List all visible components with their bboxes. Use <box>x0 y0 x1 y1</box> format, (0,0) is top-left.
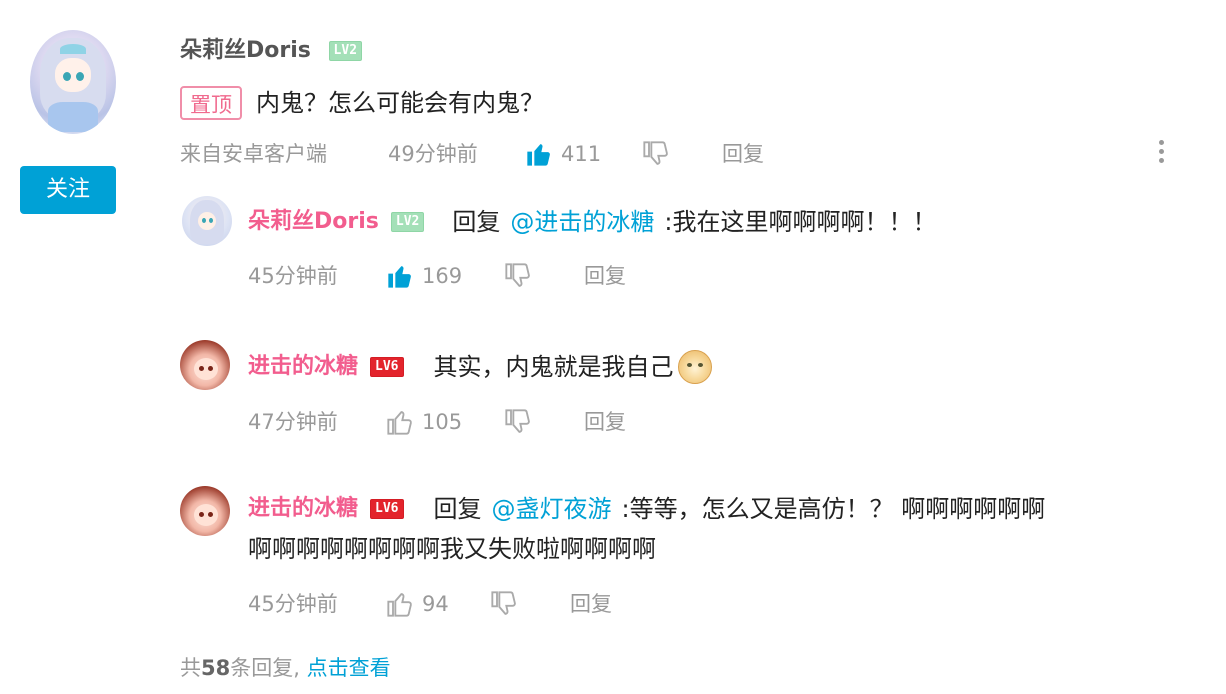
reply-text: :我在这里啊啊啊啊！！！ <box>664 208 937 236</box>
reply-text: 其实，内鬼就是我自己 <box>433 353 674 381</box>
like-count: 105 <box>422 410 463 434</box>
reply-item: 进击的冰糖 LV6 回复 @盏灯夜游 :等等，怎么又是高仿！？ 啊啊啊啊啊啊 <box>248 489 1045 529</box>
dislike-button[interactable] <box>490 590 518 618</box>
reply-button[interactable]: 回复 <box>584 261 626 291</box>
avatar[interactable] <box>182 196 232 246</box>
like-count: 169 <box>422 264 463 288</box>
reply-prefix: 回复 <box>452 208 501 236</box>
like-button[interactable]: 169 <box>386 262 462 290</box>
username-label[interactable]: 进击的冰糖 <box>248 352 358 382</box>
reply-button[interactable]: 回复 <box>570 589 612 619</box>
reply-item: 进击的冰糖 LV6 其实，内鬼就是我自己 <box>248 347 712 387</box>
thumb-up-icon <box>387 411 412 435</box>
doge-emoji-icon <box>677 350 712 384</box>
reply-count-summary: 共58条回复, 点击查看 <box>180 653 391 683</box>
thumb-up-icon <box>388 266 411 288</box>
reply-text: :等等，怎么又是高仿！？ 啊啊啊啊啊啊 <box>621 495 1046 523</box>
avatar[interactable] <box>180 340 230 390</box>
like-count: 94 <box>422 592 449 616</box>
username-label[interactable]: 朵莉丝Doris <box>248 207 379 237</box>
follow-button[interactable]: 关注 <box>20 166 116 214</box>
comment-source: 来自安卓客户端 <box>180 142 327 166</box>
username-label[interactable]: 朵莉丝Doris <box>180 38 311 63</box>
dislike-button[interactable] <box>504 408 532 436</box>
reply-button[interactable]: 回复 <box>584 407 626 437</box>
reply-time: 45分钟前 <box>248 264 338 288</box>
username-label[interactable]: 进击的冰糖 <box>248 494 358 524</box>
thumb-down-icon <box>505 263 530 287</box>
dislike-button[interactable] <box>504 262 532 290</box>
thumb-down-icon <box>643 141 668 165</box>
reply-time: 47分钟前 <box>248 410 338 434</box>
summary-prefix: 共 <box>180 656 201 680</box>
thumb-down-icon <box>491 591 516 615</box>
avatar[interactable] <box>30 30 116 134</box>
like-count: 411 <box>561 142 602 166</box>
thumb-down-icon <box>505 409 530 433</box>
more-options-icon[interactable] <box>1154 140 1168 170</box>
reply-item: 朵莉丝Doris LV2 回复 @进击的冰糖 :我在这里啊啊啊啊！！！ <box>248 202 936 242</box>
avatar[interactable] <box>180 486 230 536</box>
comment-text: 内鬼？怎么可能会有内鬼？ <box>256 89 544 117</box>
mention-link[interactable]: @盏灯夜游 <box>492 489 612 529</box>
comment-time: 49分钟前 <box>388 142 478 166</box>
like-button[interactable]: 94 <box>386 590 449 618</box>
like-button[interactable]: 411 <box>525 140 601 168</box>
summary-suffix: 条回复, <box>230 656 300 680</box>
level-badge: LV6 <box>370 357 404 377</box>
thumb-up-icon <box>527 144 550 166</box>
pinned-badge: 置顶 <box>180 86 242 120</box>
level-badge: LV2 <box>328 41 363 61</box>
mention-link[interactable]: @进击的冰糖 <box>510 202 654 242</box>
dislike-button[interactable] <box>642 140 670 168</box>
reply-text-continued: 啊啊啊啊啊啊啊啊我又失败啦啊啊啊啊 <box>248 535 656 563</box>
reply-total: 58 <box>201 656 231 680</box>
view-all-replies-link[interactable]: 点击查看 <box>307 656 391 680</box>
reply-button[interactable]: 回复 <box>722 139 764 169</box>
level-badge: LV2 <box>390 212 425 232</box>
thumb-up-icon <box>387 593 412 617</box>
reply-time: 45分钟前 <box>248 592 338 616</box>
comment-author: 朵莉丝Doris LV2 <box>180 36 363 66</box>
level-badge: LV6 <box>370 499 404 519</box>
like-button[interactable]: 105 <box>386 408 462 436</box>
reply-prefix: 回复 <box>433 495 482 523</box>
